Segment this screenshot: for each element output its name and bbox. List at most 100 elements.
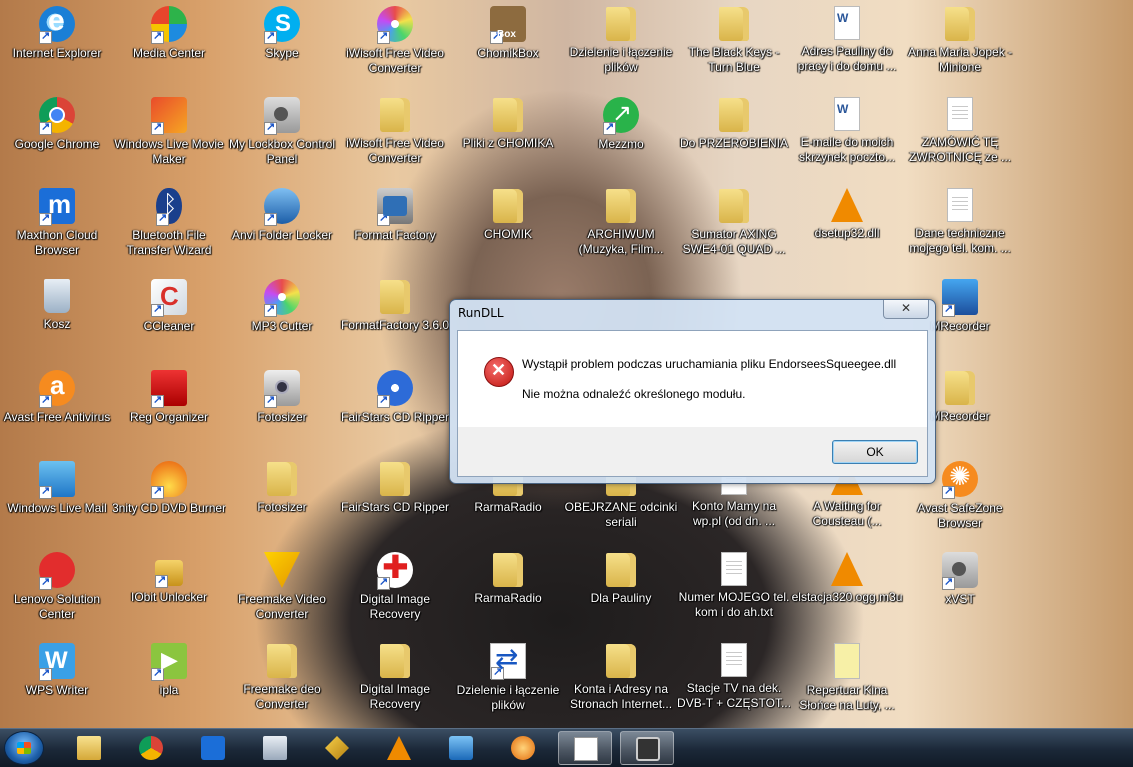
- desktop-icon-internet-explorer[interactable]: Internet Explorer: [0, 4, 114, 92]
- desktop-icon-folder[interactable]: Dzielenie i łączenie plików: [564, 4, 678, 92]
- desktop-icon-label: Konto Mamy na wp.pl (od dn. ...: [691, 499, 777, 528]
- desktop-icon-chomikbox[interactable]: ChomikBox: [451, 4, 565, 92]
- desktop-icon-lenovo[interactable]: Lenovo Solution Center: [0, 550, 114, 638]
- taskbar-item-media-player[interactable]: [434, 731, 488, 765]
- desktop-icon-label: ChomikBox: [477, 46, 539, 60]
- taskbar-item-maxthon[interactable]: [186, 731, 240, 765]
- maxthon-icon: [201, 736, 225, 760]
- taskbar-item-camera[interactable]: [620, 731, 674, 765]
- desktop-icon-anvi[interactable]: Anvi Folder Locker: [225, 186, 339, 274]
- desktop-icon-text-document[interactable]: Stacje TV na dek. DVB-T + CZĘSTOT...: [677, 641, 791, 729]
- desktop-icon-word-document[interactable]: Adres Pauliny do pracy i do domu ...: [790, 4, 904, 92]
- word-document-icon: [834, 6, 860, 40]
- taskbar-item-chrome[interactable]: [124, 731, 178, 765]
- desktop-icon-folder[interactable]: RarmaRadio: [451, 550, 565, 638]
- desktop-icon-reg-organizer[interactable]: Reg Organizer: [112, 368, 226, 456]
- desktop-icon-mp3-cutter[interactable]: MP3 Cutter: [225, 277, 339, 365]
- error-icon: [484, 357, 514, 387]
- desktop-icon-format-factory[interactable]: Format Factory: [338, 186, 452, 274]
- desktop-icon-media-center[interactable]: Media Center: [112, 4, 226, 92]
- taskbar-item-file-explorer[interactable]: [62, 731, 116, 765]
- desktop-icon-file-splitter[interactable]: Dzielenie i łączenie plików: [451, 641, 565, 729]
- desktop-icon-live-mail[interactable]: Windows Live Mail: [0, 459, 114, 547]
- desktop-icon-label: My Lockbox Control Panel: [228, 137, 336, 166]
- desktop-icon-iwisoft[interactable]: iWisoft Free Video Converter: [338, 4, 452, 92]
- desktop-icon-folder[interactable]: ARCHIWUM (Muzyka, Film...: [564, 186, 678, 274]
- desktop-icon-movie-maker[interactable]: Windows Live Movie Maker: [112, 95, 226, 183]
- desktop-icon-wps-writer[interactable]: WPS Writer: [0, 641, 114, 729]
- iwisoft-icon: [377, 6, 413, 44]
- desktop-icon-label: Repertuar Kina Słońce na Luty, ...: [799, 683, 895, 712]
- desktop-icon-label: E-maile do moich skrzynek poczto...: [798, 135, 896, 164]
- desktop-icon-maxthon[interactable]: Maxthon Cloud Browser: [0, 186, 114, 274]
- image-recovery-icon: [377, 548, 413, 590]
- desktop-icon-vlc-file[interactable]: dsetup32.dll: [790, 186, 904, 274]
- taskbar-item-vlc[interactable]: [372, 731, 426, 765]
- fotosizer-icon: [264, 370, 300, 408]
- desktop-icon-image-recovery[interactable]: Digital Image Recovery: [338, 548, 452, 638]
- vlc-icon: [831, 552, 863, 586]
- desktop-icon-label: Freemake Video Converter: [238, 592, 326, 621]
- live-mail-icon: [39, 461, 75, 499]
- desktop-icon-text-document[interactable]: ZAMÓWIĆ TĘ ZWROTNICĘ ze ...: [903, 95, 1017, 183]
- desktop-icon-folder[interactable]: Digital Image Recovery: [338, 641, 452, 729]
- desktop-icon-ccleaner[interactable]: CCleaner: [112, 277, 226, 365]
- start-button[interactable]: [4, 731, 44, 765]
- taskbar-item-rarma-radio[interactable]: [496, 731, 550, 765]
- desktop-icon-folder[interactable]: Freemake deo Converter: [225, 641, 339, 729]
- desktop-icon-label: Fotosizer: [257, 500, 307, 514]
- ok-button[interactable]: OK: [832, 440, 918, 464]
- folder-icon: [719, 189, 749, 223]
- taskbar-item-winamp[interactable]: [310, 731, 364, 765]
- desktop-icon-xvst[interactable]: xVST: [903, 550, 1017, 638]
- desktop-icon-label: Bluetooth File Transfer Wizard: [126, 228, 212, 257]
- word-document-icon: [834, 97, 860, 131]
- desktop-icon-folder[interactable]: FormatFactory 3.6.0: [338, 277, 452, 365]
- desktop-icon-folder[interactable]: CHOMIK: [451, 186, 565, 274]
- desktop-icon-folder[interactable]: Konta i Adresy na Stronach Internet...: [564, 641, 678, 729]
- desktop-icon-label: Numer MOJEGO tel. kom i do ah.txt: [678, 590, 790, 619]
- desktop-icon-label: Media Center: [132, 46, 206, 60]
- desktop-icon-bluetooth[interactable]: Bluetooth File Transfer Wizard: [112, 186, 226, 274]
- desktop-icon-folder[interactable]: Fotosizer: [225, 459, 339, 547]
- desktop-icon-label: Adres Pauliny do pracy i do domu ...: [797, 44, 897, 73]
- desktop-icon-cd-ripper[interactable]: FairStars CD Ripper: [338, 368, 452, 456]
- desktop-icon-label: IObit Unlocker: [130, 590, 208, 604]
- desktop-icon-label: Do PRZEROBIENIA: [679, 136, 789, 150]
- desktop-icon-mezzmo[interactable]: Mezzmo: [564, 95, 678, 183]
- desktop-icon-fotosizer[interactable]: Fotosizer: [225, 368, 339, 456]
- desktop-icon-freemake[interactable]: Freemake Video Converter: [225, 550, 339, 638]
- desktop-icon-folder[interactable]: FairStars CD Ripper: [338, 459, 452, 547]
- desktop-icon-folder[interactable]: Sumator AXING SWE4-01 QUAD ...: [677, 186, 791, 274]
- desktop-icon-folder[interactable]: Anna Maria Jopek - Minione: [903, 4, 1017, 92]
- format-factory-icon: [377, 188, 413, 226]
- desktop-icon-google-chrome[interactable]: Google Chrome: [0, 95, 114, 183]
- folder-icon: [493, 189, 523, 223]
- dialog-close-button[interactable]: ✕: [883, 300, 929, 319]
- desktop-icon-folder[interactable]: The Black Keys - Turn Blue: [677, 4, 791, 92]
- desktop-icon-folder[interactable]: Dla Pauliny: [564, 550, 678, 638]
- desktop-icon-burner[interactable]: 3nity CD DVD Burner: [112, 459, 226, 547]
- chomikbox-icon: [490, 6, 526, 44]
- desktop-icon-lockbox[interactable]: My Lockbox Control Panel: [225, 95, 339, 183]
- desktop-icon-vlc-file[interactable]: elstacja320.ogg.m3u: [790, 550, 904, 638]
- desktop-icon-avast[interactable]: Avast Free Antivirus: [0, 368, 114, 456]
- desktop-icon-text-document[interactable]: Dane techniczne mojego tel. kom. ...: [903, 186, 1017, 274]
- desktop-icon-label: ARCHIWUM (Muzyka, Film...: [578, 227, 664, 256]
- desktop-icon-unlocker[interactable]: IObit Unlocker: [112, 550, 226, 638]
- mp3-cutter-icon: [264, 279, 300, 317]
- desktop-icon-text-document[interactable]: Numer MOJEGO tel. kom i do ah.txt: [677, 550, 791, 638]
- taskbar-item-notepad[interactable]: [558, 731, 612, 765]
- desktop-icon-text-document[interactable]: Repertuar Kina Słońce na Luty, ...: [790, 641, 904, 729]
- desktop-icon-word-document[interactable]: E-maile do moich skrzynek poczto...: [790, 95, 904, 183]
- taskbar-item-calculator[interactable]: [248, 731, 302, 765]
- desktop-icon-ipla[interactable]: ipla: [112, 641, 226, 729]
- desktop-icon-folder[interactable]: iWisoft Free Video Converter: [338, 95, 452, 183]
- desktop-icon-folder[interactable]: Pliki z CHOMIKA: [451, 95, 565, 183]
- desktop-icon-label: Kosz: [43, 317, 71, 331]
- desktop-icon-label: Stacje TV na dek. DVB-T + CZĘSTOT...: [677, 681, 791, 710]
- desktop-icon-skype[interactable]: Skype: [225, 4, 339, 92]
- desktop-icon-folder[interactable]: Do PRZEROBIENIA: [677, 95, 791, 183]
- file-explorer-icon: [77, 736, 101, 760]
- desktop-icon-recycle-bin[interactable]: Kosz: [0, 277, 114, 365]
